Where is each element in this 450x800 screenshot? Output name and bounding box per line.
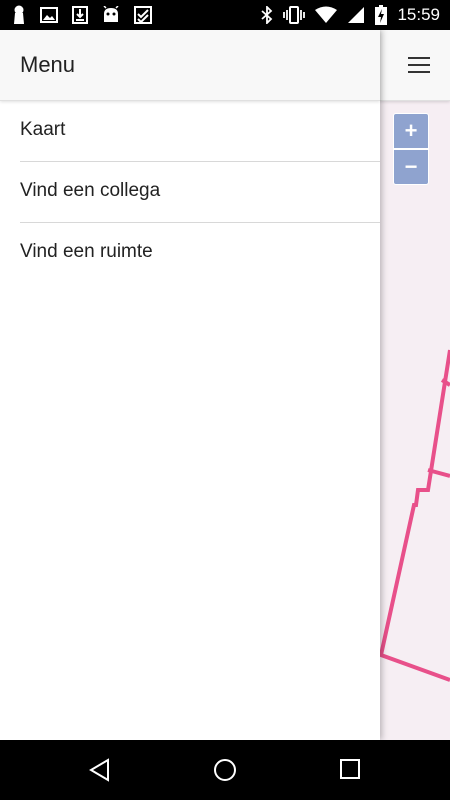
menu-item-vind-een-collega[interactable]: Vind een collega bbox=[20, 162, 380, 223]
status-notifications bbox=[12, 5, 152, 25]
recents-icon[interactable] bbox=[339, 758, 361, 780]
wifi-icon bbox=[315, 6, 338, 23]
hamburger-menu-icon[interactable] bbox=[408, 57, 432, 75]
drawer-header: Menu bbox=[0, 30, 380, 101]
vibrate-icon bbox=[283, 6, 306, 24]
keyhole-icon bbox=[14, 5, 24, 24]
status-bar: 15:59 bbox=[0, 0, 450, 30]
system-nav-bar bbox=[0, 740, 450, 800]
drawer-title: Menu bbox=[20, 52, 76, 77]
zoom-out-button[interactable]: − bbox=[393, 149, 429, 185]
tasks-icon bbox=[134, 6, 152, 24]
menu-list: Kaart Vind een collega Vind een ruimte bbox=[0, 101, 380, 283]
battery-icon bbox=[375, 5, 388, 25]
bluetooth-icon bbox=[261, 6, 273, 24]
zoom-in-button[interactable]: + bbox=[393, 113, 429, 149]
status-system: 15:59 bbox=[261, 5, 440, 25]
android-icon bbox=[103, 6, 119, 22]
menu-item-vind-een-ruimte[interactable]: Vind een ruimte bbox=[20, 223, 380, 283]
map-view[interactable]: + − bbox=[380, 30, 450, 740]
clock: 15:59 bbox=[397, 5, 440, 24]
back-icon[interactable] bbox=[88, 758, 112, 782]
menu-item-kaart[interactable]: Kaart bbox=[20, 101, 380, 162]
map-header bbox=[380, 30, 450, 101]
signal-icon bbox=[348, 7, 365, 23]
image-icon bbox=[40, 7, 58, 23]
home-icon[interactable] bbox=[212, 758, 238, 784]
navigation-drawer: Menu Kaart Vind een collega Vind een rui… bbox=[0, 30, 380, 740]
download-icon bbox=[72, 6, 88, 24]
